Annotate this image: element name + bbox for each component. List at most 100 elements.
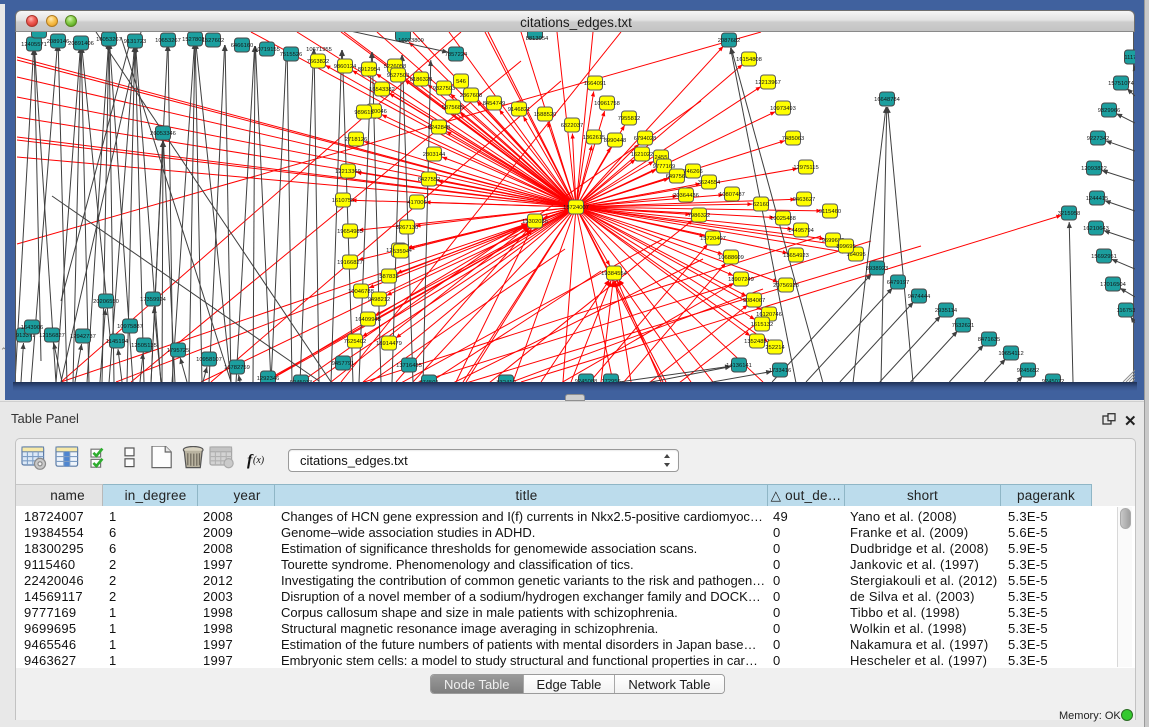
- svg-text:16210643: 16210643: [1083, 226, 1109, 232]
- svg-text:10961758: 10961758: [594, 101, 620, 107]
- svg-text:10807487: 10807487: [719, 192, 745, 198]
- svg-text:1615132: 1615132: [751, 322, 774, 328]
- svg-text:15302035: 15302035: [522, 219, 548, 225]
- svg-text:19384554: 19384554: [601, 271, 628, 277]
- svg-text:12975115: 12975115: [793, 165, 818, 171]
- svg-text:16782759: 16782759: [224, 365, 250, 371]
- svg-text:17359924: 17359924: [140, 297, 167, 303]
- svg-text:9329966: 9329966: [1098, 108, 1121, 114]
- svg-text:12505135: 12505135: [131, 343, 157, 349]
- svg-text:20891406: 20891406: [68, 41, 94, 47]
- svg-text:7625402: 7625402: [344, 339, 367, 345]
- svg-text:417006: 417006: [407, 200, 426, 206]
- svg-text:6479197: 6479197: [887, 280, 910, 286]
- svg-text:20756928: 20756928: [773, 283, 799, 289]
- svg-text:5875685: 5875685: [442, 105, 465, 111]
- svg-text:989615: 989615: [354, 110, 373, 116]
- svg-text:19166827: 19166827: [337, 260, 363, 266]
- svg-text:2089146: 2089146: [47, 39, 70, 45]
- svg-text:14495794: 14495794: [788, 228, 815, 234]
- svg-text:12405571: 12405571: [21, 42, 47, 48]
- svg-text:1664091: 1664091: [584, 81, 607, 87]
- svg-text:9227342: 9227342: [1087, 136, 1110, 142]
- svg-text:1610755: 1610755: [332, 198, 355, 204]
- svg-text:11174: 11174: [1124, 55, 1135, 61]
- svg-text:8471635: 8471635: [978, 337, 1001, 343]
- svg-text:8912954: 8912954: [358, 67, 381, 73]
- svg-text:14136141: 14136141: [726, 363, 752, 369]
- svg-text:1588520: 1588520: [534, 112, 557, 118]
- svg-text:8454749: 8454749: [483, 101, 506, 107]
- svg-text:1795725: 1795725: [167, 348, 190, 354]
- svg-text:8267130: 8267130: [396, 225, 419, 231]
- svg-text:587833: 587833: [379, 274, 398, 280]
- svg-text:18907249: 18907249: [728, 277, 754, 283]
- svg-text:746266: 746266: [683, 169, 702, 175]
- svg-text:10671955: 10671955: [306, 47, 332, 53]
- svg-text:16033809: 16033809: [398, 38, 424, 44]
- svg-text:2803144: 2803144: [423, 152, 446, 158]
- svg-text:7663822: 7663822: [307, 59, 330, 65]
- svg-text:1362615: 1362615: [583, 135, 606, 141]
- svg-text:16409948: 16409948: [355, 317, 381, 323]
- svg-text:12213967: 12213967: [755, 80, 781, 86]
- svg-text:9242848: 9242848: [428, 125, 451, 131]
- svg-text:7857224: 7857224: [445, 52, 468, 58]
- svg-text:16648784: 16648784: [874, 97, 901, 103]
- svg-text:9115460: 9115460: [819, 209, 841, 215]
- svg-text:8990448: 8990448: [604, 138, 627, 144]
- svg-text:9131723: 9131723: [124, 39, 147, 45]
- svg-text:16154808: 16154808: [736, 57, 762, 63]
- svg-text:7515526: 7515526: [280, 52, 303, 58]
- svg-text:1244415: 1244415: [1086, 196, 1109, 202]
- svg-text:9327503: 9327503: [433, 86, 456, 92]
- svg-text:10046788: 10046788: [348, 289, 374, 295]
- svg-text:3624554: 3624554: [698, 180, 721, 186]
- svg-text:15751074: 15751074: [1108, 81, 1135, 87]
- svg-text:9498212: 9498212: [368, 297, 391, 303]
- svg-text:8427552: 8427552: [418, 177, 441, 183]
- svg-text:62160: 62160: [753, 202, 769, 208]
- svg-text:17016504: 17016504: [1100, 282, 1127, 288]
- svg-text:9527503: 9527503: [387, 73, 410, 79]
- svg-text:6794028: 6794028: [634, 136, 657, 142]
- svg-text:2718126: 2718126: [345, 137, 368, 143]
- svg-text:10025488: 10025488: [770, 216, 796, 222]
- svg-text:1621022: 1621022: [631, 152, 654, 158]
- svg-text:9463627: 9463627: [793, 197, 816, 203]
- svg-text:8186328: 8186328: [410, 77, 433, 83]
- svg-text:10653267: 10653267: [155, 38, 181, 44]
- svg-text:20364436: 20364436: [673, 193, 699, 199]
- svg-text:546: 546: [456, 79, 466, 85]
- svg-text:10975887: 10975887: [117, 324, 143, 330]
- svg-text:9146821: 9146821: [508, 107, 531, 113]
- svg-text:7955812: 7955812: [618, 116, 641, 122]
- svg-text:12156827: 12156827: [39, 333, 65, 339]
- svg-text:10719155: 10719155: [254, 47, 280, 53]
- svg-text:9084067: 9084067: [743, 298, 766, 304]
- svg-text:(x): (x): [253, 455, 265, 466]
- svg-text:16914479: 16914479: [376, 341, 402, 347]
- svg-text:15692951: 15692951: [1091, 254, 1117, 260]
- svg-text:8813054: 8813054: [526, 36, 549, 42]
- svg-text:7986322: 7986322: [688, 213, 711, 219]
- svg-text:19654985: 19654985: [337, 229, 363, 235]
- svg-text:13716485: 13716485: [396, 363, 422, 369]
- svg-text:3215958: 3215958: [1058, 211, 1081, 217]
- svg-text:26053346: 26053346: [150, 131, 176, 137]
- svg-text:15720407: 15720407: [700, 236, 726, 242]
- svg-text:2087682: 2087682: [718, 38, 741, 44]
- svg-text:252214: 252214: [765, 345, 785, 351]
- svg-text:899695: 899695: [836, 244, 855, 250]
- svg-text:2935114: 2935114: [935, 308, 958, 314]
- svg-text:18724007: 18724007: [563, 205, 589, 211]
- svg-text:16543382: 16543382: [369, 87, 395, 93]
- svg-text:8938923: 8938923: [866, 266, 889, 272]
- svg-text:10654112: 10654112: [998, 351, 1023, 357]
- svg-text:16053267: 16053267: [96, 37, 122, 43]
- svg-text:10973493: 10973493: [770, 106, 796, 112]
- svg-text:12213369: 12213369: [335, 169, 361, 175]
- svg-text:9860124: 9860124: [334, 64, 357, 70]
- svg-text:9474444: 9474444: [908, 294, 931, 300]
- svg-text:10688609: 10688609: [718, 255, 744, 261]
